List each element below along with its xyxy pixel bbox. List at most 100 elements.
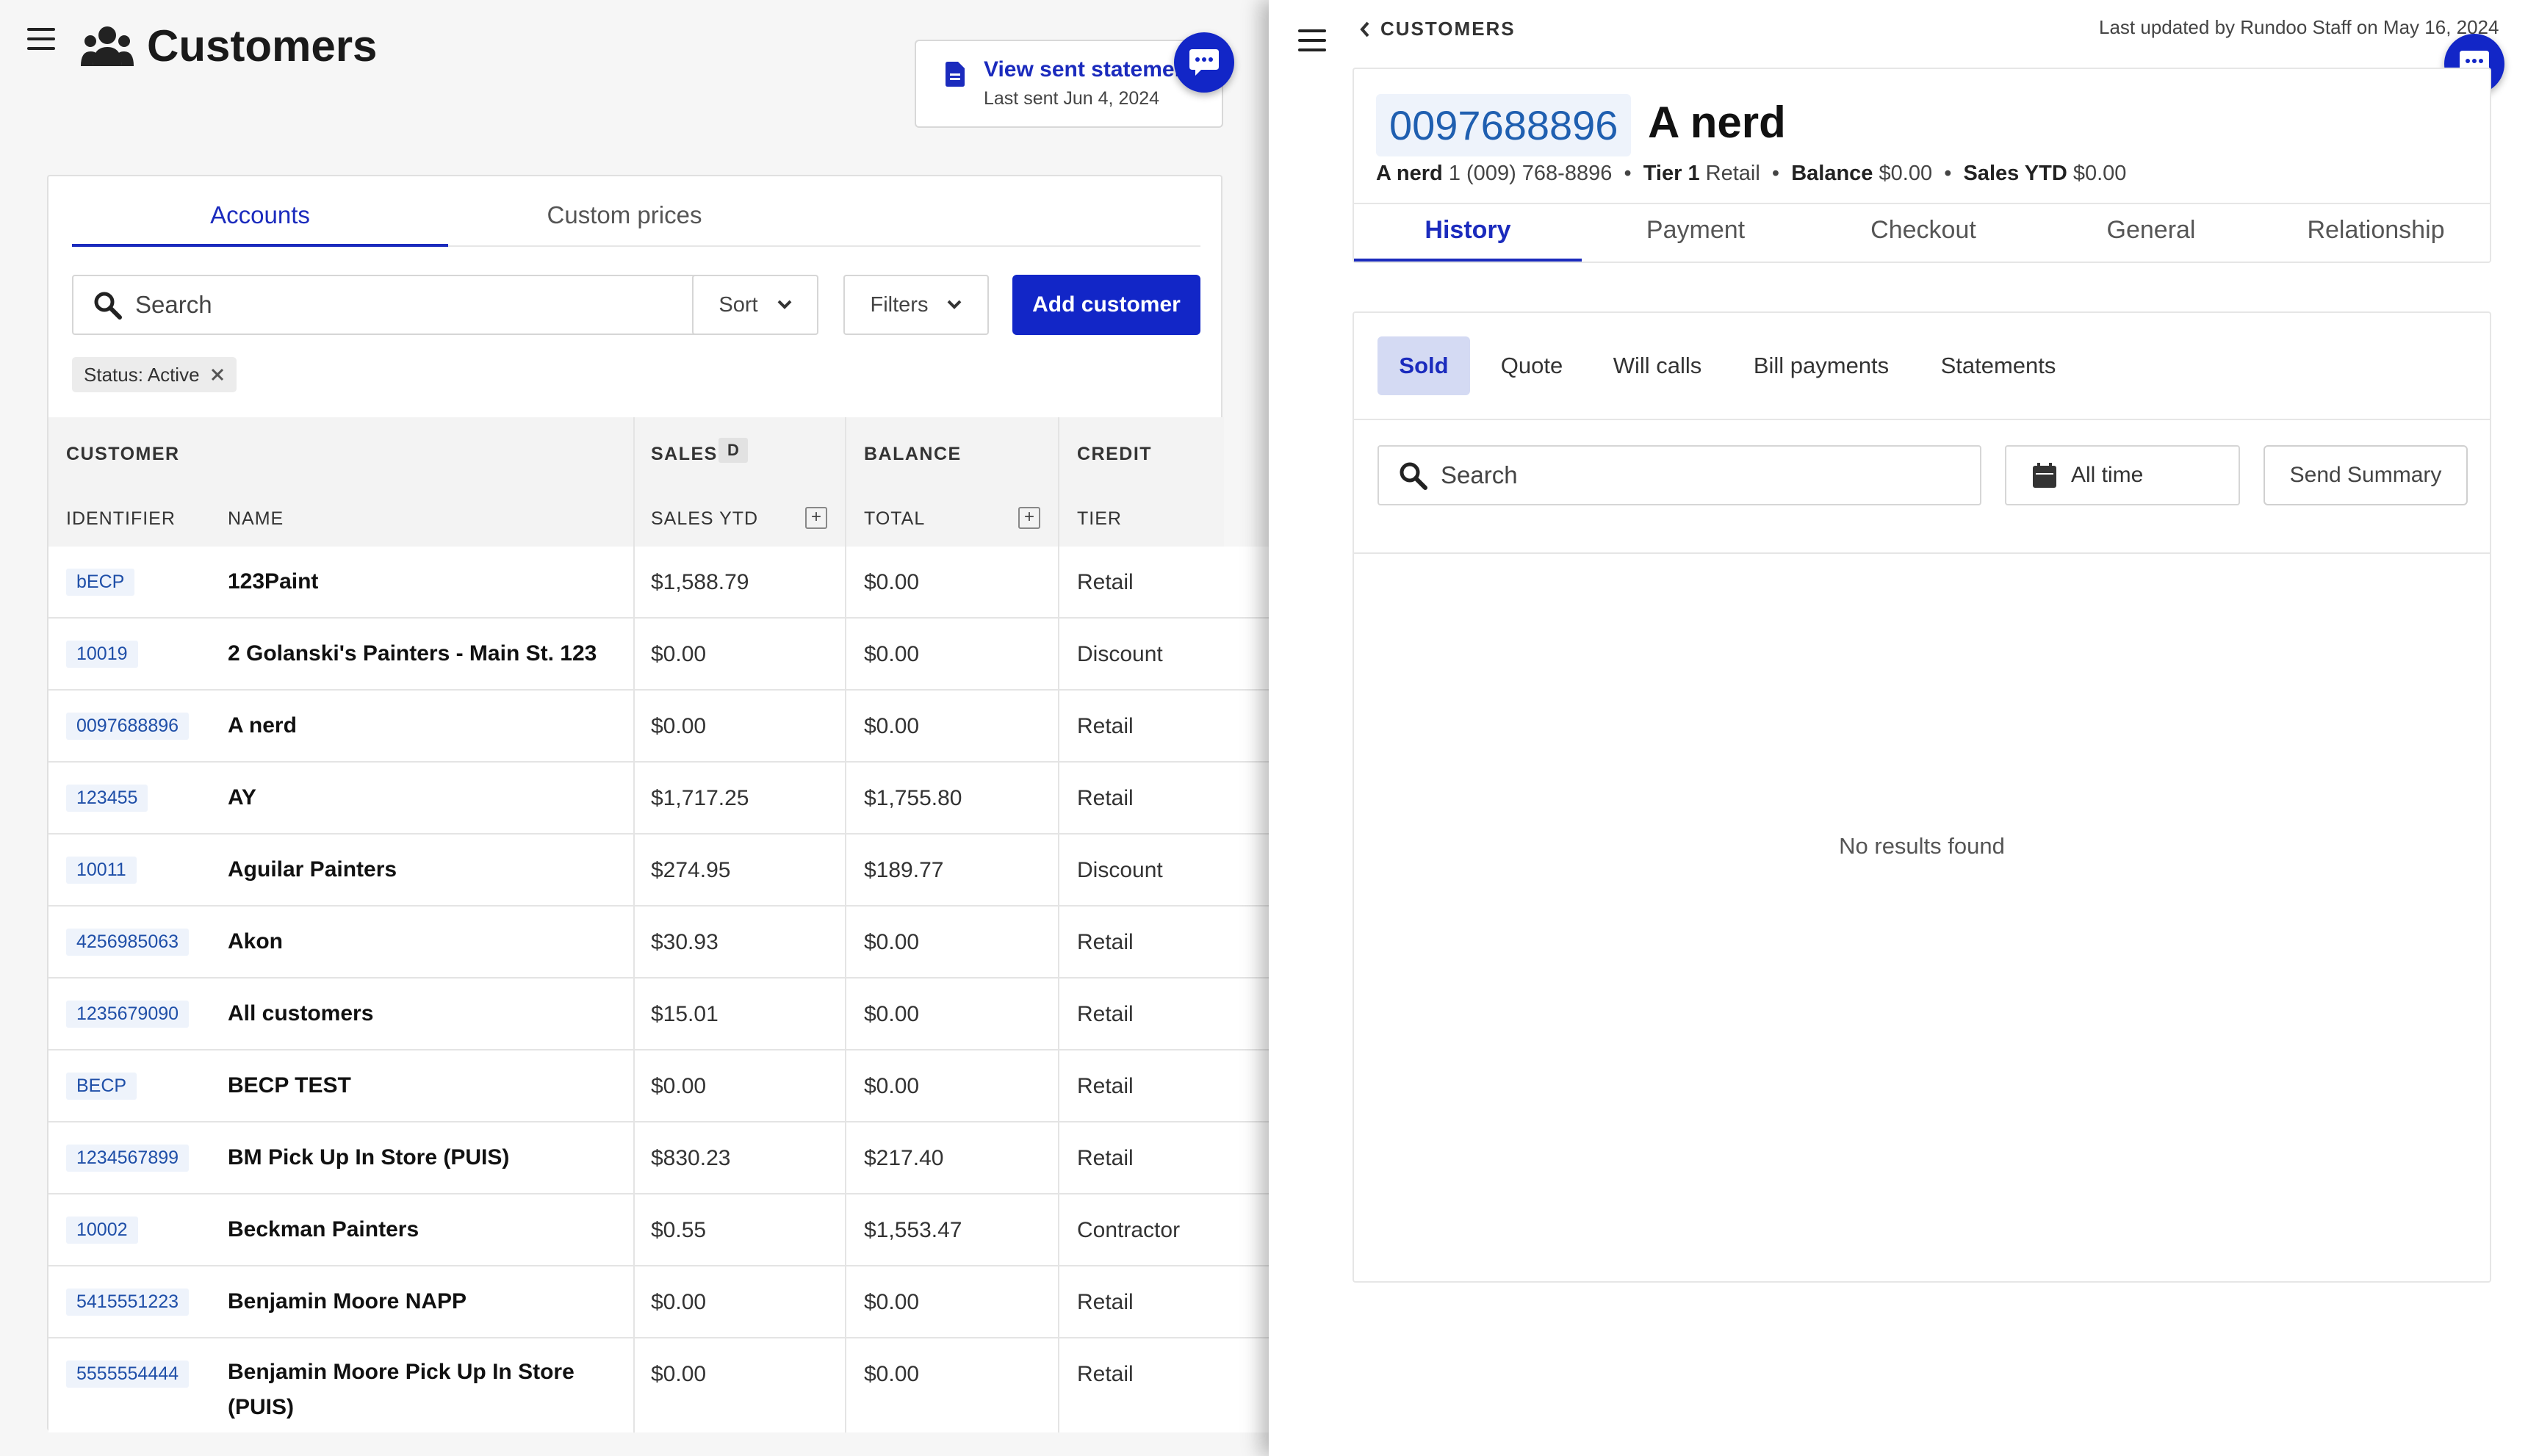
customer-id[interactable]: BECP: [66, 1073, 137, 1100]
chevron-left-icon: [1360, 21, 1369, 37]
col-sales-ytd[interactable]: SALES YTD: [651, 508, 758, 530]
customer-id[interactable]: 5415551223: [66, 1289, 190, 1316]
balance-total: $0.00: [864, 1290, 920, 1314]
balance-total: $189.77: [864, 858, 944, 882]
col-tier[interactable]: TIER: [1077, 508, 1122, 530]
document-icon: [946, 62, 965, 90]
page-title: Customers: [147, 21, 378, 71]
tab-general[interactable]: General: [2037, 216, 2265, 245]
col-identifier[interactable]: IDENTIFIER: [66, 508, 176, 530]
tab-payment[interactable]: Payment: [1582, 216, 1809, 245]
customer-name: AY: [228, 785, 256, 810]
sales-ytd: $274.95: [651, 858, 731, 882]
table-row[interactable]: 10019 2 Golanski's Painters - Main St. 1…: [48, 619, 1269, 691]
search-box[interactable]: [72, 275, 716, 335]
sales-period-badge[interactable]: D: [719, 438, 748, 463]
sales-ytd: $15.01: [651, 1002, 719, 1026]
balance-total: $0.00: [864, 1074, 920, 1098]
history-search-input[interactable]: [1441, 461, 1980, 489]
menu-icon[interactable]: [1298, 29, 1326, 51]
customer-name: Aguilar Painters: [228, 857, 397, 882]
tab-history[interactable]: History: [1354, 216, 1582, 245]
table-row[interactable]: 0097688896 A nerd $0.00 $0.00 Retail: [48, 691, 1269, 763]
customer-id[interactable]: 123455: [66, 785, 148, 812]
group-balance: BALANCE: [864, 444, 962, 464]
customer-id[interactable]: 1234567899: [66, 1145, 190, 1172]
table-row[interactable]: 4256985063 Akon $30.93 $0.00 Retail: [48, 907, 1269, 979]
customer-name: Benjamin Moore NAPP: [228, 1289, 467, 1313]
credit-tier: Retail: [1077, 930, 1134, 954]
tab-accounts[interactable]: Accounts: [72, 201, 448, 229]
meta-balance-value: $0.00: [1879, 162, 1933, 185]
credit-tier: Retail: [1077, 1146, 1134, 1170]
customer-id[interactable]: 0097688896: [66, 713, 190, 740]
credit-tier: Retail: [1077, 1074, 1134, 1098]
customer-id[interactable]: bECP: [66, 569, 135, 596]
table-row[interactable]: 5415551223 Benjamin Moore NAPP $0.00 $0.…: [48, 1266, 1269, 1338]
customer-id[interactable]: 5555554444: [66, 1361, 190, 1388]
table-row[interactable]: 1235679090 All customers $15.01 $0.00 Re…: [48, 979, 1269, 1050]
customer-id[interactable]: 10011: [66, 857, 137, 884]
chat-button[interactable]: [1174, 32, 1234, 93]
tab-relationship[interactable]: Relationship: [2262, 216, 2490, 245]
subtab-will-calls[interactable]: Will calls: [1593, 336, 1721, 395]
close-icon[interactable]: [210, 367, 225, 382]
table-row[interactable]: bECP 123Paint $1,588.79 $0.00 Retail: [48, 547, 1269, 619]
search-input[interactable]: [135, 291, 714, 319]
customer-name: A nerd: [228, 713, 297, 738]
table-row[interactable]: 10011 Aguilar Painters $274.95 $189.77 D…: [48, 835, 1269, 907]
customers-list-pane: Customers View sent statements Last sent…: [0, 0, 1269, 1456]
send-summary-button[interactable]: Send Summary: [2264, 445, 2468, 505]
customer-name: 123Paint: [228, 569, 319, 594]
subtab-sold[interactable]: Sold: [1377, 336, 1470, 395]
history-search-box[interactable]: [1377, 445, 1981, 505]
sort-dropdown[interactable]: Sort: [692, 275, 818, 335]
subtab-quote[interactable]: Quote: [1483, 336, 1580, 395]
add-customer-button[interactable]: Add customer: [1012, 275, 1200, 335]
expand-sales-icon[interactable]: +: [805, 507, 827, 529]
active-tab-indicator: [1354, 259, 1582, 262]
date-range-picker[interactable]: All time: [2005, 445, 2240, 505]
meta-tier-value: Retail: [1705, 162, 1760, 185]
table-row[interactable]: BECP BECP TEST $0.00 $0.00 Retail: [48, 1050, 1269, 1122]
group-customer: CUSTOMER: [66, 444, 180, 464]
customer-id[interactable]: 4256985063: [66, 929, 190, 956]
table-row[interactable]: 123455 AY $1,717.25 $1,755.80 Retail: [48, 763, 1269, 835]
table-row[interactable]: 10002 Beckman Painters $0.55 $1,553.47 C…: [48, 1194, 1269, 1266]
search-icon: [94, 292, 122, 320]
sales-ytd: $0.00: [651, 1074, 707, 1098]
sales-ytd: $830.23: [651, 1146, 731, 1170]
customer-id-badge: 0097688896: [1376, 94, 1632, 156]
menu-icon[interactable]: [27, 28, 55, 50]
table-row[interactable]: 5555554444 Benjamin Moore Pick Up In Sto…: [48, 1338, 1269, 1432]
tab-custom-prices[interactable]: Custom prices: [448, 201, 801, 229]
customer-name: BECP TEST: [228, 1073, 351, 1098]
credit-tier: Contractor: [1077, 1218, 1181, 1242]
col-name[interactable]: NAME: [228, 508, 284, 530]
breadcrumb[interactable]: CUSTOMERS: [1360, 18, 1516, 40]
customer-id[interactable]: 10002: [66, 1217, 138, 1244]
last-updated-text: Last updated by Rundoo Staff on May 16, …: [2099, 16, 2499, 38]
customer-id[interactable]: 10019: [66, 641, 138, 668]
credit-tier: Retail: [1077, 1290, 1134, 1314]
col-total[interactable]: TOTAL: [864, 508, 925, 530]
balance-total: $1,755.80: [864, 786, 962, 810]
meta-sales-value: $0.00: [2072, 162, 2127, 185]
customer-detail-pane: CUSTOMERS Last updated by Rundoo Staff o…: [1269, 0, 2539, 1456]
balance-total: $0.00: [864, 930, 920, 954]
table-row[interactable]: 1234567899 BM Pick Up In Store (PUIS) $8…: [48, 1122, 1269, 1194]
expand-balance-icon[interactable]: +: [1018, 507, 1040, 529]
view-sent-statements-link[interactable]: View sent statements: [984, 57, 1204, 82]
credit-tier: Retail: [1077, 1002, 1134, 1026]
credit-tier: Retail: [1077, 570, 1134, 594]
divider: [1354, 419, 2490, 420]
customer-meta-line: A nerd 1 (009) 768-8896 • Tier 1 Retail …: [1376, 162, 2127, 185]
credit-tier: Discount: [1077, 858, 1163, 882]
accounts-card: Accounts Custom prices Sort Filters Add …: [47, 175, 1269, 1432]
subtab-statements[interactable]: Statements: [1921, 336, 2075, 395]
customer-id[interactable]: 1235679090: [66, 1001, 190, 1028]
tab-checkout[interactable]: Checkout: [1809, 216, 2037, 245]
subtab-bill-payments[interactable]: Bill payments: [1735, 336, 1908, 395]
group-credit: CREDIT: [1077, 444, 1153, 464]
filters-dropdown[interactable]: Filters: [843, 275, 989, 335]
